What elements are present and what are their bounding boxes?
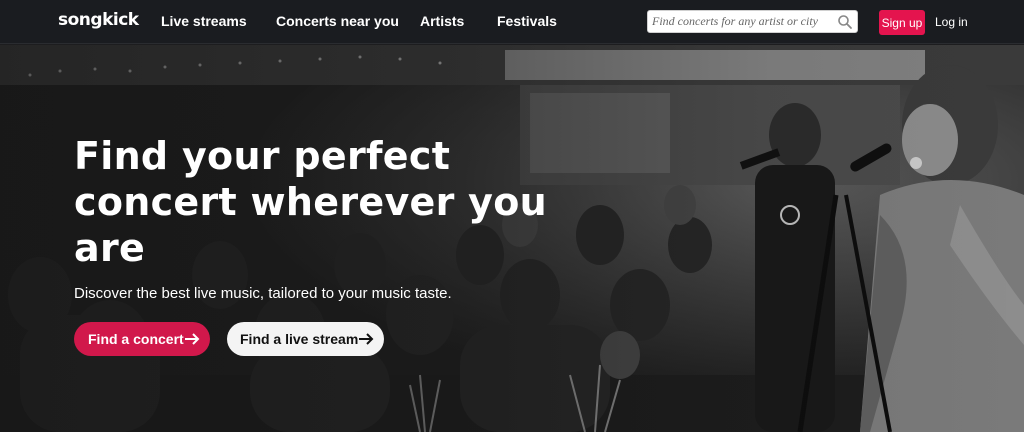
hero-subheading: Discover the best live music, tailored t… (74, 285, 452, 302)
arrow-right-icon (185, 333, 200, 345)
songkick-logo[interactable]: songkick (58, 10, 139, 30)
hero-section: Find your perfect concert wherever you a… (0, 45, 1024, 432)
search-box (647, 10, 858, 33)
nav-link-concerts-near-you[interactable]: Concerts near you (276, 13, 399, 29)
find-a-live-stream-button[interactable]: Find a live stream (227, 322, 384, 356)
headline-line-2: concert wherever you (74, 180, 548, 224)
sign-up-button[interactable]: Sign up (879, 10, 925, 35)
top-nav: songkick Live streams Concerts near you … (0, 0, 1024, 44)
log-in-link[interactable]: Log in (935, 15, 968, 29)
hero-headline: Find your perfect concert wherever you a… (74, 133, 594, 271)
nav-link-live-streams[interactable]: Live streams (161, 13, 247, 29)
headline-line-3: are (74, 226, 146, 270)
find-a-concert-button[interactable]: Find a concert (74, 322, 210, 356)
nav-link-artists[interactable]: Artists (420, 13, 464, 29)
nav-link-festivals[interactable]: Festivals (497, 13, 557, 29)
find-a-concert-label: Find a concert (88, 331, 184, 347)
search-icon[interactable] (837, 14, 853, 30)
headline-line-1: Find your perfect (74, 134, 451, 178)
find-a-live-stream-label: Find a live stream (240, 331, 359, 347)
search-input[interactable] (648, 11, 834, 32)
arrow-right-icon (359, 333, 374, 345)
